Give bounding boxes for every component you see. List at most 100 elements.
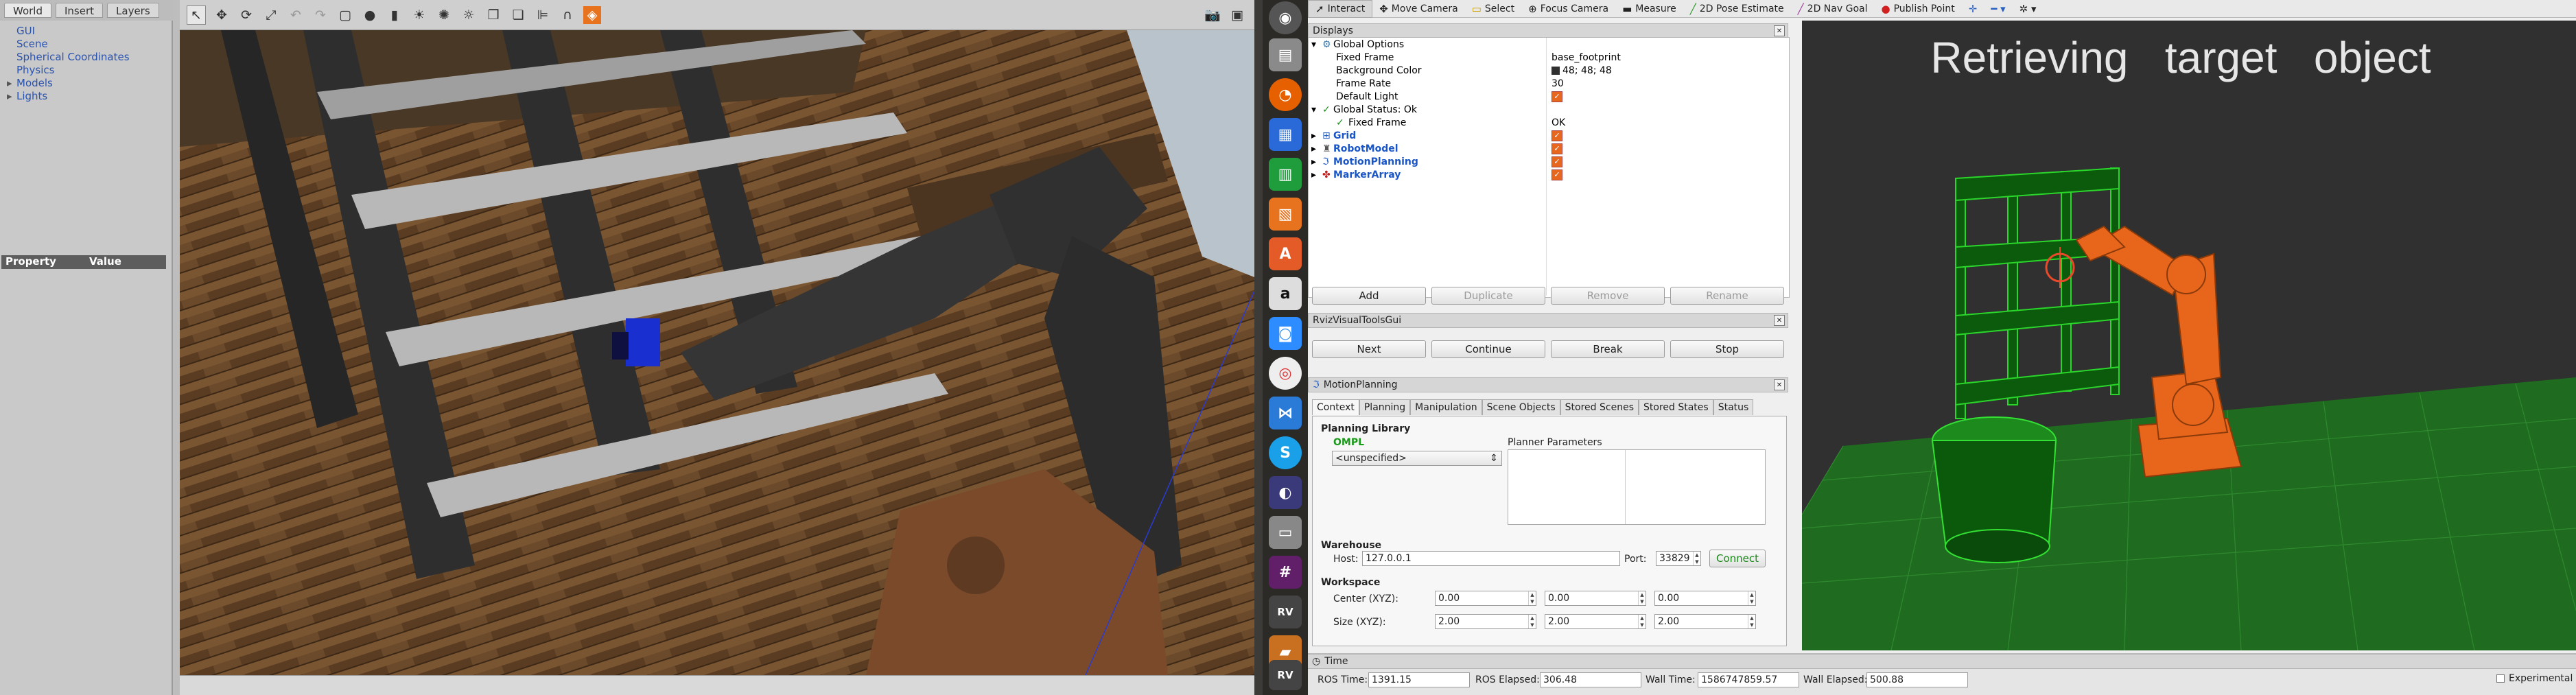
planner-select[interactable]: <unspecified> ⇕ [1332, 451, 1502, 466]
size-y-input[interactable]: 2.00 ▲ ▼ [1545, 614, 1646, 629]
eclipse-icon[interactable]: ◐ [1269, 476, 1302, 509]
amazon-icon[interactable]: a [1269, 277, 1302, 310]
files-icon[interactable]: ▤ [1269, 38, 1302, 71]
display-row-global-options[interactable]: ▾ ⚙ Global Options [1309, 38, 1789, 51]
display-row-background-color[interactable]: Background Color 48; 48; 48 [1309, 64, 1789, 77]
scale-icon[interactable]: ⤢ [262, 6, 280, 24]
impress-icon[interactable]: ▧ [1269, 198, 1302, 231]
tool-measure[interactable]: ▬ Measure [1615, 1, 1683, 17]
tab-scene-objects[interactable]: Scene Objects [1482, 399, 1560, 415]
snap-icon[interactable]: ∩ [559, 6, 576, 24]
wall-time-field[interactable]: 1586747859.57 [1698, 672, 1799, 687]
align-icon[interactable]: ⊫ [534, 6, 552, 24]
tool-options-button[interactable]: ✲ ▾ [2013, 1, 2044, 17]
expand-arrow-icon[interactable]: ▸ [7, 77, 16, 90]
spinner-arrows-icon[interactable]: ▲ ▼ [1528, 591, 1536, 605]
property-value[interactable]: 48; 48; 48 [1552, 65, 1612, 76]
center-y-input[interactable]: 0.00 ▲ ▼ [1545, 591, 1646, 606]
tree-item-gui[interactable]: GUI [7, 25, 165, 38]
add-tool-button[interactable]: ✛ [1962, 1, 1984, 17]
writer-icon[interactable]: ▦ [1269, 118, 1302, 151]
checkbox-checked[interactable]: ✓ [1552, 169, 1562, 180]
display-row-robot-model[interactable]: ▸ ♜ RobotModel ✓ [1309, 142, 1789, 155]
screenshot-icon[interactable]: 📷 [1204, 6, 1221, 24]
size-z-input[interactable]: 2.00 ▲ ▼ [1654, 614, 1756, 629]
tab-stored-scenes[interactable]: Stored Scenes [1560, 399, 1639, 415]
spinner-arrows-icon[interactable]: ▲ ▼ [1528, 615, 1536, 628]
tab-manipulation[interactable]: Manipulation [1410, 399, 1482, 415]
tab-context[interactable]: Context [1312, 399, 1359, 415]
expand-arrow-icon[interactable]: ▸ [1311, 143, 1316, 154]
display-row-default-light[interactable]: Default Light ✓ [1309, 90, 1789, 103]
tab-planning[interactable]: Planning [1359, 399, 1411, 415]
rotate-icon[interactable]: ⟳ [237, 6, 255, 24]
spinner-arrows-icon[interactable]: ▲ ▼ [1638, 591, 1646, 605]
tree-item-scene[interactable]: Scene [7, 38, 165, 51]
calc-icon[interactable]: ▥ [1269, 158, 1302, 191]
ros-time-field[interactable]: 1391.15 [1368, 672, 1470, 687]
close-icon[interactable]: ✕ [1774, 379, 1785, 390]
add-button[interactable]: Add [1312, 287, 1426, 305]
rename-button[interactable]: Rename [1670, 287, 1784, 305]
tab-status[interactable]: Status [1713, 399, 1754, 415]
software-center-icon[interactable]: A [1269, 237, 1302, 270]
expand-arrow-icon[interactable]: ▸ [1311, 169, 1316, 180]
close-icon[interactable]: ✕ [1774, 315, 1785, 326]
collapse-arrow-icon[interactable]: ▾ [1311, 39, 1316, 50]
property-value[interactable]: ✓ [1552, 91, 1562, 102]
planner-parameters-table[interactable] [1508, 449, 1766, 525]
tree-item-lights[interactable]: ▸ Lights [7, 90, 165, 103]
point-light-icon[interactable]: ☀ [410, 6, 428, 24]
remove-button[interactable]: Remove [1551, 287, 1665, 305]
tool-interact[interactable]: ➚ Interact [1308, 0, 1373, 18]
connect-button[interactable]: Connect [1709, 550, 1766, 567]
checkbox-checked[interactable]: ✓ [1552, 143, 1562, 154]
rviz-icon-2[interactable]: RV [1269, 660, 1302, 690]
zoom-icon[interactable]: ◙ [1269, 317, 1302, 350]
undo-icon[interactable]: ↶ [287, 6, 305, 24]
expand-arrow-icon[interactable]: ▸ [1311, 156, 1316, 167]
sphere-shape-icon[interactable]: ● [361, 6, 379, 24]
tab-layers[interactable]: Layers [107, 3, 159, 18]
size-x-input[interactable]: 2.00 ▲ ▼ [1435, 614, 1536, 629]
display-row-frame-rate[interactable]: Frame Rate 30 [1309, 77, 1789, 90]
tool-publish-point[interactable]: ● Publish Point [1874, 1, 1961, 17]
rviz-3d-view[interactable]: Retrieving target object [1802, 21, 2576, 650]
copy-icon[interactable]: ❐ [484, 6, 502, 24]
slack-icon[interactable]: # [1269, 556, 1302, 589]
arrow-select-icon[interactable]: ↖ [187, 5, 206, 25]
tool-2d-nav-goal[interactable]: ╱ 2D Nav Goal [1791, 1, 1875, 17]
tab-insert[interactable]: Insert [56, 3, 104, 18]
skype-icon[interactable]: S [1269, 436, 1302, 469]
host-input[interactable]: 127.0.0.1 [1362, 551, 1620, 566]
property-value[interactable]: base_footprint [1552, 52, 1621, 63]
spinner-arrows-icon[interactable]: ▲ ▼ [1638, 615, 1646, 628]
chrome-icon[interactable]: ◎ [1269, 357, 1302, 390]
ros-elapsed-field[interactable]: 306.48 [1540, 672, 1641, 687]
box-shape-icon[interactable]: ▢ [336, 6, 354, 24]
checkbox-checked[interactable]: ✓ [1552, 156, 1562, 167]
spinner-arrows-icon[interactable]: ▲ ▼ [1693, 552, 1700, 565]
spot-light-icon[interactable]: ✺ [435, 6, 453, 24]
close-icon[interactable]: ✕ [1774, 25, 1785, 36]
tool-move-camera[interactable]: ✥ Move Camera [1372, 1, 1465, 17]
checkbox-checked[interactable]: ✓ [1552, 130, 1562, 141]
next-button[interactable]: Next [1312, 340, 1426, 358]
firefox-icon[interactable]: ◔ [1269, 78, 1302, 111]
expand-arrow-icon[interactable]: ▸ [7, 90, 16, 103]
display-row-motion-planning[interactable]: ▸ ℑ MotionPlanning ✓ [1309, 155, 1789, 168]
tree-item-models[interactable]: ▸ Models [7, 77, 165, 90]
display-row-marker-array[interactable]: ▸ ✤ MarkerArray ✓ [1309, 168, 1789, 181]
tool-select[interactable]: ▭ Select [1465, 1, 1521, 17]
wall-elapsed-field[interactable]: 500.88 [1866, 672, 1968, 687]
property-value[interactable]: 30 [1552, 78, 1564, 89]
stop-button[interactable]: Stop [1670, 340, 1784, 358]
activities-icon[interactable]: ◉ [1269, 1, 1302, 34]
display-row-grid[interactable]: ▸ ⊞ Grid ✓ [1309, 129, 1789, 142]
tree-item-spherical-coordinates[interactable]: Spherical Coordinates [7, 51, 165, 64]
remove-tool-button[interactable]: ━ ▾ [1984, 1, 2012, 17]
change-view-icon[interactable]: ◈ [583, 5, 601, 24]
tab-world[interactable]: World [4, 3, 51, 18]
tree-item-physics[interactable]: Physics [7, 64, 165, 77]
expand-arrow-icon[interactable]: ▸ [1311, 130, 1316, 141]
